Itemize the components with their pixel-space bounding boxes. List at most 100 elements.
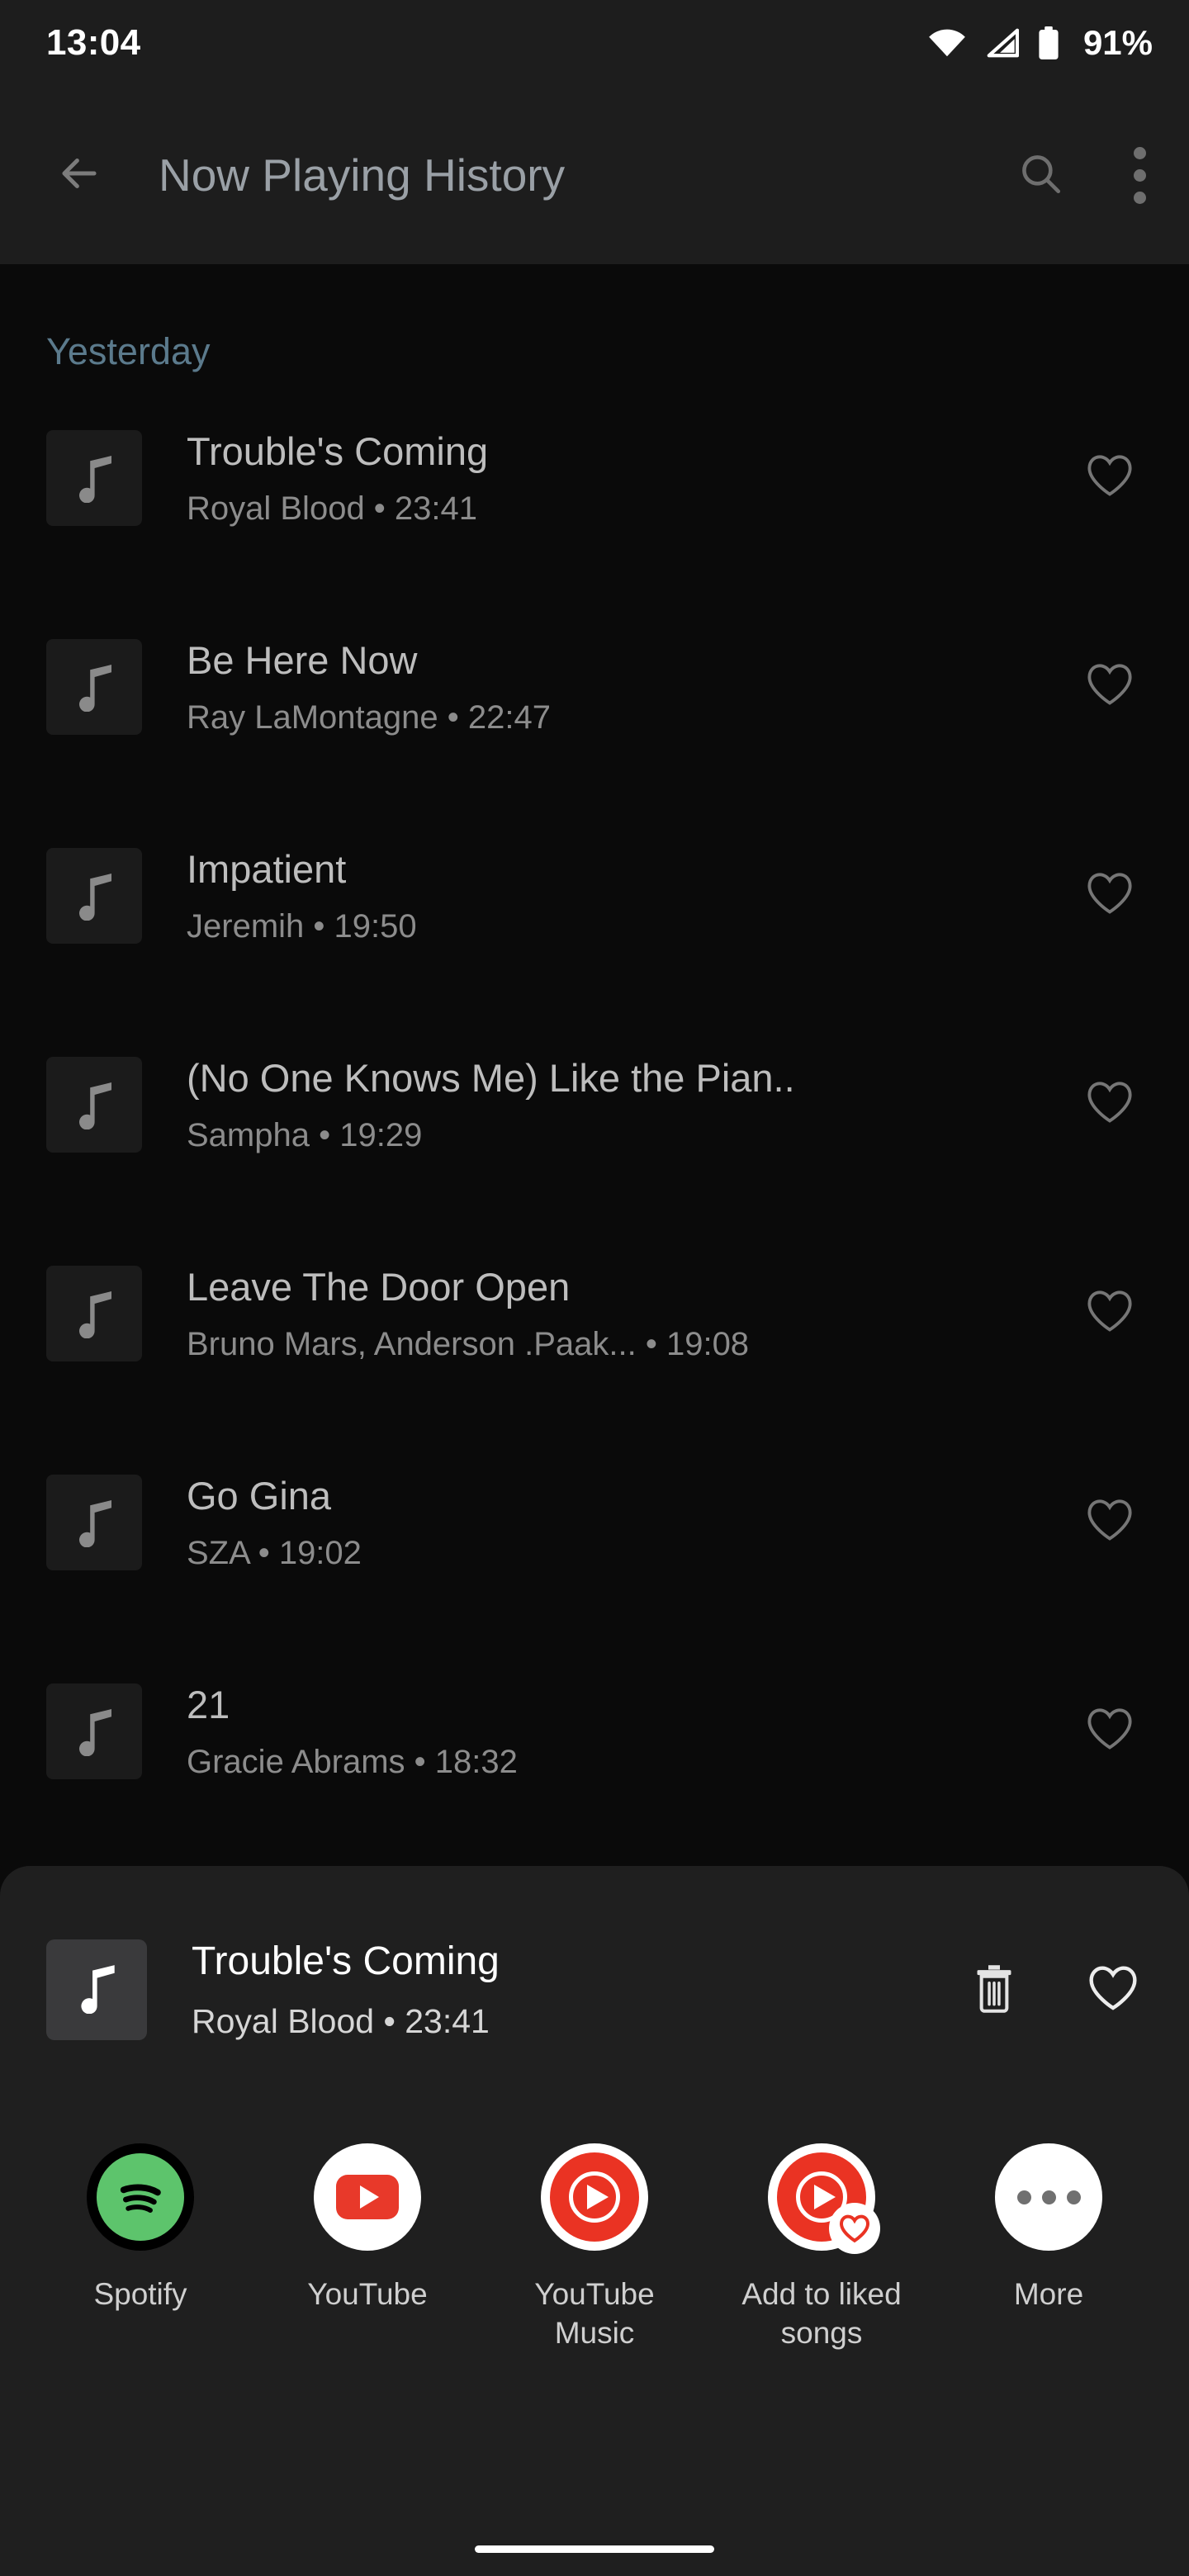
song-subtitle: Jeremih • 19:50 (187, 907, 417, 945)
song-text: Impatient Jeremih • 19:50 (187, 846, 1067, 945)
heart-outline-icon (1086, 1498, 1134, 1546)
song-text: Be Here Now Ray LaMontagne • 22:47 (187, 637, 1067, 736)
song-subtitle: Royal Blood • 23:41 (187, 490, 478, 527)
music-note-icon (73, 1963, 120, 2018)
song-text: Leave The Door Open Bruno Mars, Anderson… (187, 1264, 1067, 1363)
like-button[interactable] (1067, 1062, 1153, 1148)
status-time: 13:04 (46, 22, 141, 63)
like-button[interactable] (1067, 1271, 1153, 1357)
search-icon (1016, 149, 1064, 201)
music-note-icon (72, 1707, 116, 1756)
like-button[interactable] (1067, 1688, 1153, 1774)
album-art-placeholder (46, 847, 142, 944)
table-row[interactable]: Be Here Now Ray LaMontagne • 22:47 (0, 582, 1189, 791)
song-subtitle: Ray LaMontagne • 22:47 (187, 698, 551, 736)
share-target-youtube-music[interactable]: YouTube Music (497, 2143, 692, 2352)
song-subtitle: Sampha • 19:29 (187, 1116, 423, 1153)
song-subtitle: Bruno Mars, Anderson .Paak... • 19:08 (187, 1325, 750, 1362)
more-dots-icon (995, 2143, 1102, 2251)
table-row[interactable]: 21 Gracie Abrams • 18:32 (0, 1627, 1189, 1835)
battery-icon (1037, 26, 1060, 59)
like-button[interactable] (1067, 435, 1153, 521)
status-bar: 13:04 91% (0, 0, 1189, 86)
app-bar: Now Playing History (0, 86, 1189, 264)
heart-outline-icon (1086, 1080, 1134, 1129)
music-note-icon (72, 1080, 116, 1129)
trash-icon (971, 1963, 1017, 2018)
share-bottom-sheet: Trouble's Coming Royal Blood • 23:41 Spo… (0, 1866, 1189, 2576)
song-title: Leave The Door Open (187, 1264, 571, 1309)
delete-button[interactable] (955, 1950, 1034, 2029)
music-note-icon (72, 1289, 116, 1338)
heart-outline-icon (1086, 1707, 1134, 1755)
phone-screen: 13:04 91% Now Playing History Yesterday … (0, 0, 1189, 2576)
now-playing-header: Trouble's Coming Royal Blood • 23:41 (0, 1866, 1189, 2041)
heart-outline-icon (1086, 662, 1134, 711)
song-title: 21 (187, 1682, 230, 1726)
heart-outline-icon (1086, 453, 1134, 502)
status-icons: 91% (928, 23, 1153, 63)
album-art-placeholder (46, 638, 142, 735)
table-row[interactable]: Impatient Jeremih • 19:50 (0, 791, 1189, 1000)
song-text: Trouble's Coming Royal Blood • 23:41 (187, 429, 1067, 528)
song-subtitle: Gracie Abrams • 18:32 (187, 1743, 518, 1780)
song-subtitle: SZA • 19:02 (187, 1534, 362, 1571)
gesture-nav-bar[interactable] (475, 2545, 714, 2553)
table-row[interactable]: (No One Knows Me) Like the Pian.. Sampha… (0, 1000, 1189, 1209)
album-art-placeholder (46, 1056, 142, 1153)
app-bar-actions (991, 125, 1189, 225)
song-text: (No One Knows Me) Like the Pian.. Sampha… (187, 1055, 1067, 1154)
history-list[interactable]: Yesterday Trouble's Coming Royal Blood •… (0, 264, 1189, 1866)
back-button[interactable] (30, 125, 129, 225)
heart-outline-icon (1086, 1289, 1134, 1338)
share-target-label: More (1013, 2277, 1084, 2311)
search-button[interactable] (991, 125, 1090, 225)
song-title: Trouble's Coming (187, 429, 489, 473)
cellular-signal-icon (984, 28, 1019, 58)
song-text: 21 Gracie Abrams • 18:32 (187, 1682, 1067, 1781)
album-art-placeholder (46, 1265, 142, 1361)
table-row[interactable]: Trouble's Coming Royal Blood • 23:41 (0, 373, 1189, 582)
share-target-more[interactable]: More (951, 2143, 1146, 2314)
spotify-icon (87, 2143, 194, 2251)
like-button[interactable] (1073, 1950, 1153, 2029)
music-note-icon (72, 662, 116, 712)
share-target-youtube[interactable]: YouTube (270, 2143, 465, 2314)
wifi-icon (928, 28, 966, 58)
overflow-menu-button[interactable] (1090, 125, 1189, 225)
album-art-placeholder (46, 429, 142, 526)
section-header-yesterday: Yesterday (46, 330, 211, 372)
table-row[interactable]: Leave The Door Open Bruno Mars, Anderson… (0, 1209, 1189, 1418)
share-target-label: YouTube Music (534, 2277, 655, 2350)
now-playing-subtitle: Royal Blood • 23:41 (192, 2002, 490, 2040)
like-button[interactable] (1067, 1480, 1153, 1565)
song-title: (No One Knows Me) Like the Pian.. (187, 1055, 795, 1100)
now-playing-title: Trouble's Coming (192, 1939, 500, 1983)
heart-outline-icon (1086, 871, 1134, 920)
heart-outline-icon (1087, 1964, 1139, 2016)
share-target-add-to-liked-songs[interactable]: Add to liked songs (724, 2143, 919, 2352)
song-title: Be Here Now (187, 637, 418, 682)
music-note-icon (72, 1498, 116, 1547)
share-targets-row: Spotify YouTube YouTube Music Add to lik… (0, 2041, 1189, 2352)
song-title: Impatient (187, 846, 347, 891)
now-playing-actions (955, 1950, 1153, 2029)
youtube-icon (314, 2143, 421, 2251)
song-title: Go Gina (187, 1473, 332, 1518)
like-button[interactable] (1067, 853, 1153, 939)
share-target-label: Add to liked songs (741, 2277, 902, 2350)
share-target-label: YouTube (307, 2277, 428, 2311)
overflow-menu-icon (1133, 146, 1146, 204)
table-row[interactable]: Go Gina SZA • 19:02 (0, 1418, 1189, 1627)
heart-badge-icon (829, 2203, 880, 2254)
share-target-label: Spotify (93, 2277, 187, 2311)
like-button[interactable] (1067, 644, 1153, 730)
battery-percent: 91% (1082, 23, 1153, 62)
now-playing-info: Trouble's Coming Royal Blood • 23:41 (192, 1939, 955, 2041)
music-note-icon (72, 453, 116, 503)
music-note-icon (72, 871, 116, 921)
page-title: Now Playing History (159, 149, 566, 201)
album-art-placeholder (46, 1939, 147, 2040)
album-art-placeholder (46, 1474, 142, 1570)
share-target-spotify[interactable]: Spotify (43, 2143, 238, 2314)
